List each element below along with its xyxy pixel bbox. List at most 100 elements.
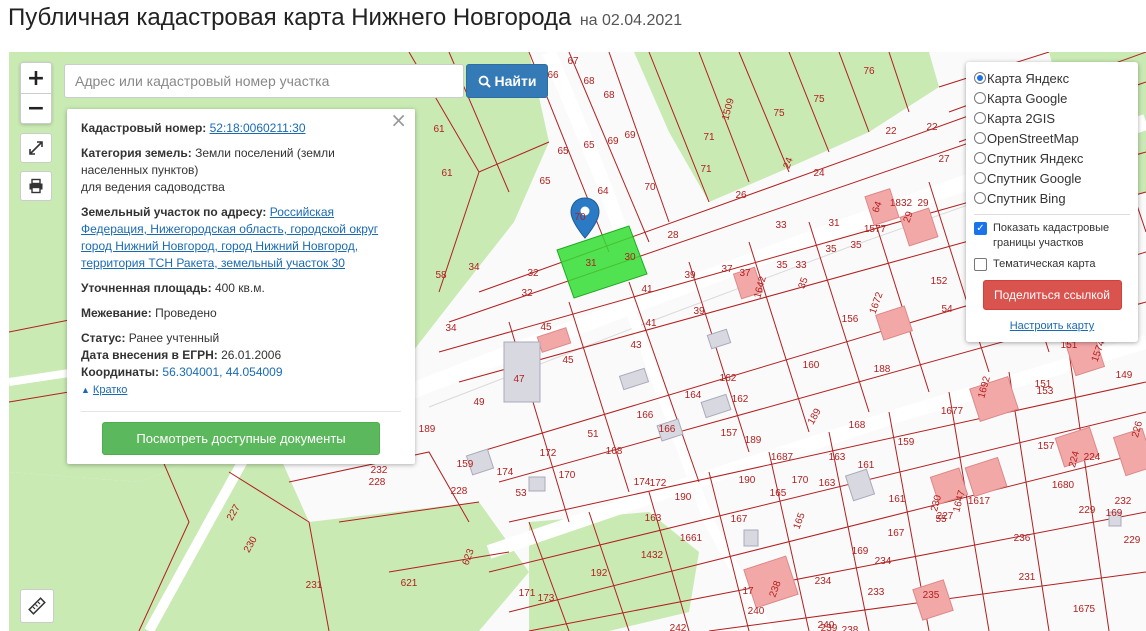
- parcel-number-label: 39: [684, 270, 696, 281]
- parcel-number-label: 231: [306, 580, 323, 591]
- parcel-number-label: 229: [1079, 505, 1096, 516]
- parcel-number-label: 29: [917, 198, 929, 209]
- parcel-number-label: 232: [1115, 496, 1132, 507]
- share-link-button[interactable]: Поделиться ссылкой: [982, 280, 1122, 310]
- parcel-info-popup: × Кадастровый номер: 52:18:0060211:30 Ка…: [67, 109, 415, 464]
- parcel-number-label: 162: [732, 394, 749, 405]
- status-row: Статус: Ранее учтенный: [81, 330, 401, 347]
- parcel-number-label: 234: [815, 576, 832, 587]
- egrn-date-label: Дата внесения в ЕГРН:: [81, 348, 218, 362]
- parcel-number-label: 242: [670, 623, 687, 631]
- thematic-map-label: Тематическая карта: [993, 258, 1096, 270]
- radio-icon[interactable]: [974, 72, 986, 84]
- radio-icon[interactable]: [974, 112, 986, 124]
- zoom-out-button[interactable]: −: [21, 93, 51, 123]
- fullscreen-button[interactable]: [20, 133, 52, 163]
- parcel-number-label: 169: [1106, 508, 1123, 519]
- ruler-button[interactable]: [20, 589, 54, 623]
- parcel-number-label: 39: [693, 306, 705, 317]
- radio-icon[interactable]: [974, 172, 986, 184]
- parcel-number-label: 189: [419, 424, 436, 435]
- cadastral-number-link[interactable]: 52:18:0060211:30: [210, 121, 306, 135]
- parcel-number-label: 167: [731, 514, 748, 525]
- parcel-number-label: 37: [739, 268, 751, 279]
- parcel-number-label: 24: [813, 168, 825, 179]
- layer-option[interactable]: Спутник Bing: [974, 188, 1130, 208]
- parcel-number-label: 230: [929, 493, 944, 512]
- zoom-controls: + −: [20, 62, 52, 124]
- parcel-number-label: 32: [527, 268, 539, 279]
- parcel-number-label: 33: [775, 220, 787, 231]
- egrn-date-row: Дата внесения в ЕГРН: 26.01.2006: [81, 347, 401, 364]
- layer-option[interactable]: Спутник Яндекс: [974, 148, 1130, 168]
- parcel-number-label: 31: [585, 258, 597, 269]
- coords-link[interactable]: 56.304001, 44.054009: [162, 365, 282, 379]
- layer-option[interactable]: OpenStreetMap: [974, 128, 1130, 148]
- map-settings-link[interactable]: Настроить карту: [974, 320, 1130, 332]
- search-button[interactable]: Найти: [466, 64, 548, 98]
- search-input[interactable]: [64, 64, 464, 98]
- parcel-number-label: 27: [938, 154, 950, 165]
- cadastral-map[interactable]: 67 68 66 76 75 68 1509 75 22 22 69 71 65 65 61 24 24 27 69…: [9, 52, 1146, 631]
- parcel-number-label: 163: [819, 478, 836, 489]
- land-category-label: Категория земель:: [81, 146, 192, 160]
- parcel-number-label: 172: [540, 448, 557, 459]
- layer-option-label: OpenStreetMap: [987, 130, 1079, 146]
- parcel-number-label: 188: [874, 364, 891, 375]
- thematic-map-checkbox[interactable]: Тематическая карта: [974, 257, 1130, 272]
- parcel-number-label: 64: [597, 186, 609, 197]
- parcel-number-label: 192: [591, 568, 608, 579]
- parcel-number-label: 170: [792, 475, 809, 486]
- layer-option[interactable]: Спутник Google: [974, 168, 1130, 188]
- view-documents-button[interactable]: Посмотреть доступные документы: [102, 422, 380, 455]
- collapse-label[interactable]: Кратко: [93, 384, 128, 396]
- land-use-value: для ведения садоводства: [81, 180, 225, 194]
- radio-icon[interactable]: [974, 152, 986, 164]
- parcel-number-label: 71: [703, 132, 715, 143]
- parcel-number-label: 17: [742, 586, 754, 597]
- parcel-number-label: 76: [863, 66, 875, 77]
- checkbox-icon[interactable]: [974, 258, 987, 271]
- parcel-number-label: 166: [637, 410, 654, 421]
- parcel-number-label: 157: [1038, 441, 1055, 452]
- parcel-number-label: 75: [813, 94, 825, 105]
- coords-row: Координаты: 56.304001, 44.054009: [81, 364, 401, 381]
- layers-panel: Карта Яндекс Карта Google Карта 2GIS OpenSt…: [966, 62, 1138, 342]
- address-row: Земельный участок по адресу: Российская …: [81, 204, 401, 272]
- parcel-number-label: 1661: [680, 533, 703, 544]
- layer-option[interactable]: Карта 2GIS: [974, 108, 1130, 128]
- survey-row: Межевание: Проведено: [81, 305, 401, 322]
- checkbox-icon[interactable]: ✓: [974, 222, 987, 235]
- search-icon: [478, 75, 491, 88]
- survey-label: Межевание:: [81, 306, 152, 320]
- cadastral-number-row: Кадастровый номер: 52:18:0060211:30: [81, 120, 401, 137]
- parcel-number-label: 35: [776, 260, 788, 271]
- close-icon[interactable]: ×: [390, 110, 407, 130]
- radio-icon[interactable]: [974, 192, 986, 204]
- collapse-toggle[interactable]: ▲ Кратко: [81, 382, 401, 399]
- parcel-number-label: 1677: [941, 406, 964, 417]
- print-button[interactable]: [20, 171, 52, 201]
- parcel-number-label: 1680: [1052, 480, 1075, 491]
- parcel-number-label: 65: [583, 140, 595, 151]
- parcel-number-label: 168: [849, 420, 866, 431]
- parcel-number-label: 157: [721, 428, 738, 439]
- radio-icon[interactable]: [974, 92, 986, 104]
- zoom-in-button[interactable]: +: [21, 63, 51, 93]
- parcel-number-label: 152: [931, 276, 948, 287]
- parcel-number-label: 168: [606, 446, 623, 457]
- show-boundaries-checkbox[interactable]: ✓ Показать кадастровые границы участков: [974, 221, 1130, 251]
- layer-option[interactable]: Карта Яндекс: [974, 68, 1130, 88]
- status-value: Ранее учтенный: [128, 331, 220, 345]
- parcel-number-label: 232: [371, 465, 388, 476]
- parcel-number-label: 1832: [890, 198, 913, 209]
- layer-option[interactable]: Карта Google: [974, 88, 1130, 108]
- parcel-number-label: 70: [644, 182, 656, 193]
- search-button-label: Найти: [494, 73, 537, 89]
- radio-icon[interactable]: [974, 132, 986, 144]
- printer-icon: [29, 178, 43, 194]
- parcel-number-label: 227: [937, 511, 954, 522]
- parcel-number-label: 159: [457, 459, 474, 470]
- parcel-number-label: 163: [645, 513, 662, 524]
- parcel-number-label: 53: [515, 488, 527, 499]
